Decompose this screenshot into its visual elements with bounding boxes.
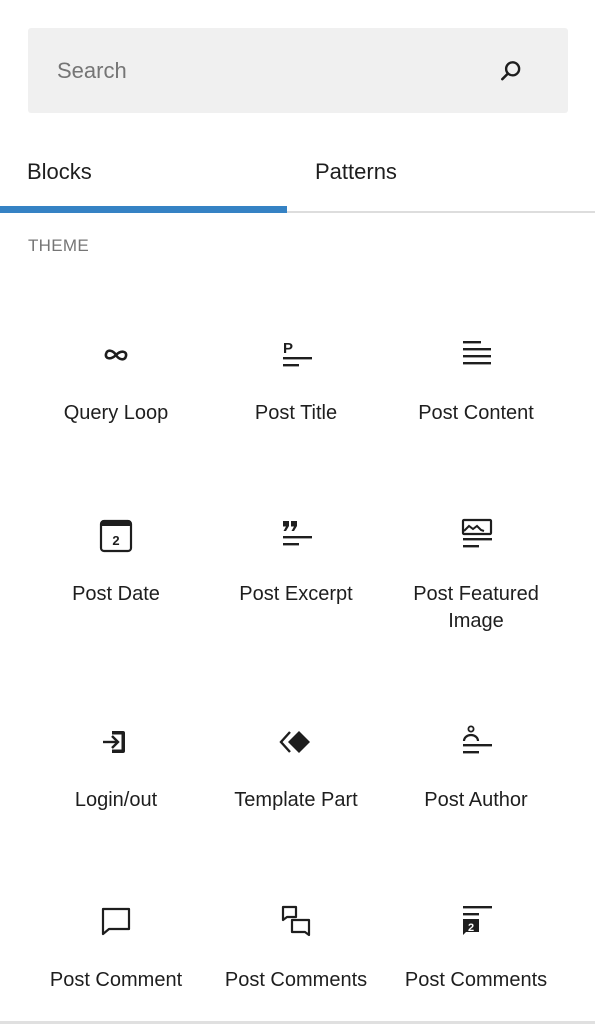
- block-post-author[interactable]: Post Author: [386, 724, 566, 814]
- post-excerpt-icon: [283, 521, 312, 546]
- post-featured-image-icon: [461, 518, 493, 548]
- active-tab-indicator: [0, 206, 287, 213]
- template-part-icon: [279, 731, 310, 753]
- tab-patterns[interactable]: Patterns: [287, 140, 574, 214]
- block-label: Post Title: [254, 402, 338, 424]
- post-comments-icon: [281, 905, 311, 937]
- block-label: Post Content: [418, 402, 534, 424]
- block-template-part[interactable]: Template Part: [206, 724, 386, 814]
- svg-text:P: P: [283, 340, 293, 357]
- block-post-title[interactable]: P Post Title: [206, 337, 386, 427]
- post-title-icon: P: [283, 340, 312, 367]
- block-label: Post Comment: [49, 969, 183, 991]
- block-label: Query Loop: [63, 402, 169, 424]
- post-comments-count-icon: 2: [463, 906, 492, 935]
- block-post-date[interactable]: 2 Post Date: [26, 518, 206, 608]
- query-loop-icon: [104, 349, 128, 361]
- block-query-loop[interactable]: Query Loop: [26, 337, 206, 427]
- post-date-icon: 2: [99, 519, 133, 553]
- search-box[interactable]: [28, 28, 568, 113]
- section-title: THEME: [28, 236, 89, 255]
- inserter-tabs: Blocks Patterns: [0, 140, 595, 214]
- tab-blocks[interactable]: Blocks: [0, 140, 287, 214]
- svg-text:2: 2: [112, 533, 119, 548]
- block-label: Post Author: [424, 789, 528, 811]
- block-label: Post Date: [72, 583, 160, 605]
- block-label: Post Comments: [404, 969, 548, 991]
- block-post-comment[interactable]: Post Comment: [26, 904, 206, 994]
- block-post-comments[interactable]: Post Comments: [206, 904, 386, 994]
- search-icon[interactable]: [498, 58, 524, 84]
- block-label: Login/out: [74, 789, 158, 811]
- block-label: Post Comments: [224, 969, 368, 991]
- block-label: Template Part: [234, 789, 358, 811]
- block-post-comments-count[interactable]: 2 Post Comments: [386, 904, 566, 994]
- block-label: Post Featured Image: [413, 583, 539, 632]
- post-content-icon: [463, 341, 491, 365]
- post-author-icon: [462, 725, 492, 754]
- post-comment-icon: [101, 907, 131, 936]
- svg-text:2: 2: [468, 922, 474, 934]
- block-login-out[interactable]: Login/out: [26, 724, 206, 814]
- block-post-content[interactable]: Post Content: [386, 337, 566, 427]
- block-post-featured-image[interactable]: Post Featured Image: [386, 518, 566, 635]
- login-out-icon: [103, 731, 125, 753]
- block-post-excerpt[interactable]: Post Excerpt: [206, 518, 386, 608]
- search-input[interactable]: [28, 28, 568, 113]
- block-label: Post Excerpt: [239, 583, 353, 605]
